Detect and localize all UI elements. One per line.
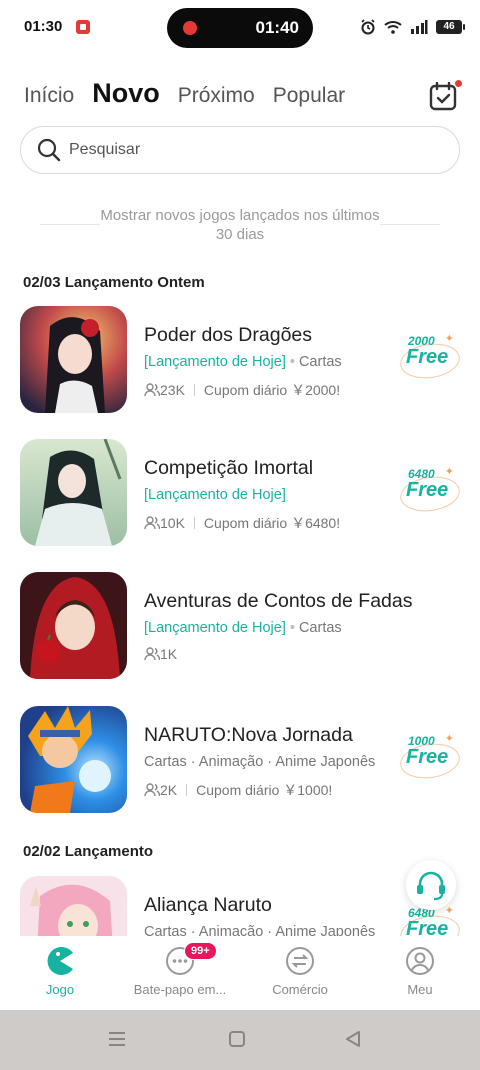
game-meta: 2K Cupom diário ￥1000! xyxy=(144,780,332,800)
game-meta: 10K Cupom diário ￥6480! xyxy=(144,513,340,533)
bottom-navigation: Jogo 99+ Bate-papo em... Comércio Meu xyxy=(0,936,480,1010)
game-title: Aliança Naruto xyxy=(144,894,272,916)
recording-time: 01:40 xyxy=(255,18,299,37)
badge-label: Free xyxy=(406,746,449,768)
star-icon: ✦ xyxy=(444,733,454,745)
screen-record-icon xyxy=(76,20,90,34)
headset-icon xyxy=(417,871,445,901)
release-tag: [Lançamento de Hoje] xyxy=(144,487,286,503)
record-dot-icon xyxy=(183,21,197,35)
recording-pill[interactable]: 01:40 xyxy=(167,8,313,48)
menu-icon[interactable] xyxy=(106,1028,128,1050)
nav-label: Meu xyxy=(407,982,433,997)
release-tag: [Lançamento de Hoje] xyxy=(144,620,286,636)
tab-novo[interactable]: Novo xyxy=(92,78,160,109)
game-title: Aventuras de Contos de Fadas xyxy=(144,590,413,612)
search-icon xyxy=(37,138,61,162)
status-bar: 01:30 01:40 46 xyxy=(0,0,480,56)
nav-comercio[interactable]: Comércio xyxy=(240,946,360,997)
system-navigation-bar xyxy=(0,1010,480,1070)
game-thumbnail xyxy=(20,439,127,546)
status-icons: 46 xyxy=(360,16,465,38)
player-count: 10K xyxy=(160,515,185,531)
section-title: 02/03 Lançamento Ontem xyxy=(23,274,205,291)
game-item[interactable]: NARUTO:Nova Jornada Cartas · Animação · … xyxy=(20,706,463,814)
badge-label: Free xyxy=(406,346,449,368)
player-count: 1K xyxy=(160,646,178,662)
nav-label: Jogo xyxy=(45,982,75,997)
home-square-icon[interactable] xyxy=(226,1028,248,1050)
game-thumbnail xyxy=(20,306,127,413)
exchange-icon xyxy=(286,947,314,975)
player-count: 2K xyxy=(160,782,178,798)
notice-text: Mostrar novos jogos lançados nos últimos… xyxy=(100,207,380,243)
divider-right xyxy=(380,224,440,225)
search-bar[interactable] xyxy=(20,126,460,174)
game-item[interactable]: Competição Imortal [Lançamento de Hoje] … xyxy=(20,439,463,547)
game-item[interactable]: Poder dos Dragões [Lançamento de Hoje] • C… xyxy=(20,306,463,414)
release-tag: [Lançamento de Hoje] xyxy=(144,354,286,370)
users-icon xyxy=(144,647,160,661)
calendar-notification-dot xyxy=(455,80,462,87)
free-badge[interactable]: 1000 ✦ Free xyxy=(397,732,463,783)
game-meta: 1K xyxy=(144,646,177,662)
game-meta: 23K Cupom diário ￥2000! xyxy=(144,380,340,400)
alarm-icon xyxy=(361,19,375,35)
promo-text: Cupom diário ￥2000! xyxy=(203,382,341,398)
promo-text: Cupom diário ￥1000! xyxy=(196,782,333,798)
wifi-icon xyxy=(384,21,402,34)
star-icon: ✦ xyxy=(444,333,454,345)
player-count: 23K xyxy=(160,382,185,398)
status-time: 01:30 xyxy=(24,18,63,35)
category-tabs: Início Novo Próximo Popular xyxy=(24,78,345,109)
star-icon: ✦ xyxy=(444,466,454,478)
game-title: Poder dos Dragões xyxy=(144,324,313,346)
section-title: 02/02 Lançamento xyxy=(23,843,154,860)
game-thumbnail xyxy=(20,572,127,679)
badge-label: Free xyxy=(406,918,449,936)
users-icon xyxy=(144,783,160,797)
divider-left xyxy=(40,224,100,225)
game-item[interactable]: Aventuras de Contos de Fadas [Lançamento… xyxy=(20,572,460,680)
game-item[interactable]: Aliança Naruto Cartas · Animação · Anime… xyxy=(20,876,460,936)
game-tags: Cartas · Animação · Anime Japonês xyxy=(144,924,376,936)
nav-meu[interactable]: Meu xyxy=(360,946,480,997)
search-input[interactable] xyxy=(69,141,429,159)
genre-tag: Cartas xyxy=(298,354,342,370)
game-title: NARUTO:Nova Jornada xyxy=(144,724,353,746)
nav-bate-papo[interactable]: 99+ Bate-papo em... xyxy=(120,942,240,997)
game-thumbnail xyxy=(20,876,127,936)
nav-label: Comércio xyxy=(272,982,328,997)
game-tags: [Lançamento de Hoje] xyxy=(144,487,286,503)
game-pacman-icon xyxy=(47,947,73,975)
unread-badge: 99+ xyxy=(184,942,217,960)
genre-tag: Cartas xyxy=(298,620,342,636)
game-tags: [Lançamento de Hoje] • Cartas xyxy=(144,620,342,636)
free-badge[interactable]: 6480 ✦ Free xyxy=(397,465,463,516)
profile-icon xyxy=(406,947,434,975)
back-triangle-icon[interactable] xyxy=(342,1028,364,1050)
users-icon xyxy=(144,516,160,530)
calendar-icon[interactable] xyxy=(428,80,462,112)
battery-icon: 46 xyxy=(436,20,465,34)
promo-text: Cupom diário ￥6480! xyxy=(203,515,341,531)
game-title: Competição Imortal xyxy=(144,457,314,479)
free-badge[interactable]: 2000 ✦ Free xyxy=(397,332,463,383)
nav-jogo[interactable]: Jogo xyxy=(0,946,120,997)
tab-proximo[interactable]: Próximo xyxy=(178,84,255,108)
game-tags: [Lançamento de Hoje] • Cartas xyxy=(144,354,342,370)
badge-label: Free xyxy=(406,479,449,501)
users-icon xyxy=(144,383,160,397)
tab-popular[interactable]: Popular xyxy=(273,84,345,108)
game-tags: Cartas · Animação · Anime Japonês xyxy=(144,754,376,770)
game-thumbnail xyxy=(20,706,127,813)
signal-icon xyxy=(411,20,428,34)
nav-label: Bate-papo em... xyxy=(133,982,227,997)
new-games-notice: Mostrar novos jogos lançados nos últimos… xyxy=(0,206,480,244)
customer-support-button[interactable] xyxy=(406,860,456,910)
tab-inicio[interactable]: Início xyxy=(24,84,74,108)
